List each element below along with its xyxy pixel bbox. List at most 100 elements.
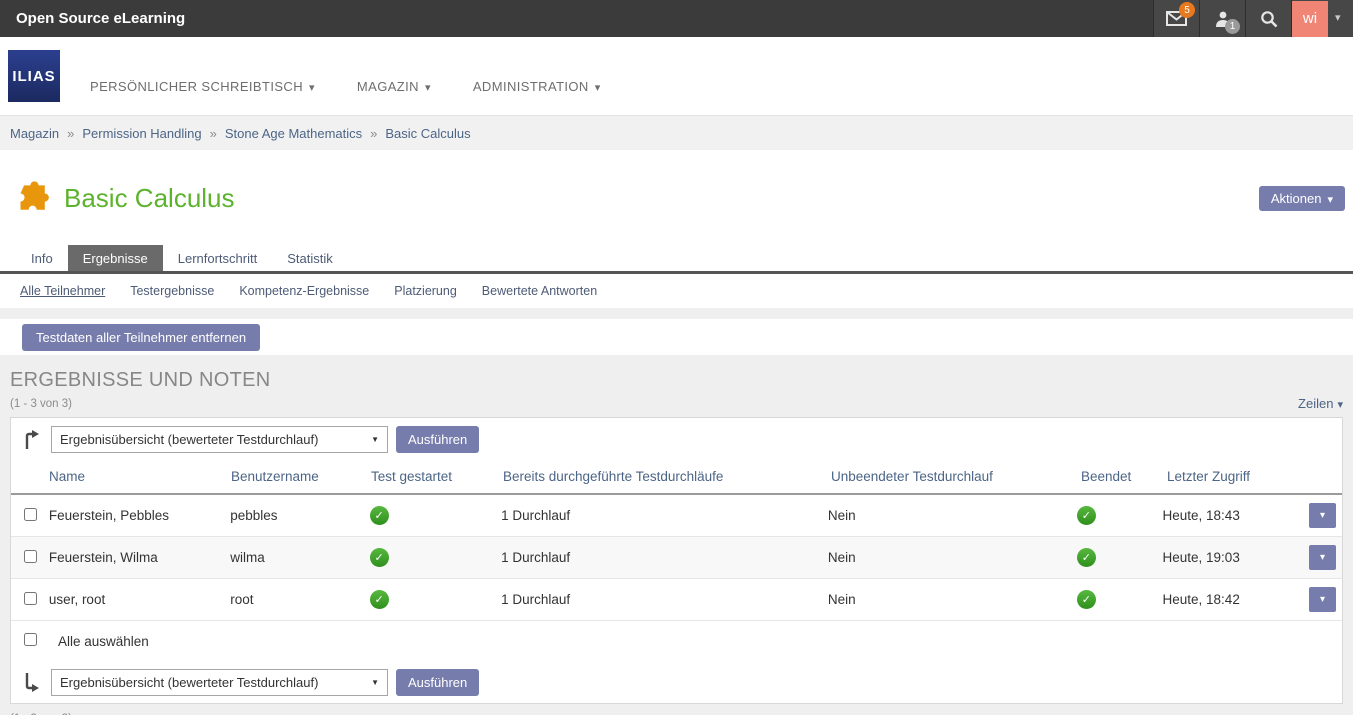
ilias-logo[interactable]: ILIAS <box>8 50 60 102</box>
execute-button-bottom[interactable]: Ausführen <box>396 669 479 696</box>
subtab-bewertete-antworten[interactable]: Bewertete Antworten <box>482 284 597 298</box>
breadcrumb-separator: » <box>67 126 74 141</box>
apply-to-bottom-icon <box>23 672 41 693</box>
check-icon: ✓ <box>1077 506 1096 525</box>
col-letzter-zugriff: Letzter Zugriff <box>1167 469 1306 484</box>
subtab-kompetenz-ergebnisse[interactable]: Kompetenz-Ergebnisse <box>239 284 369 298</box>
col-test-gestartet: Test gestartet <box>371 469 503 484</box>
nav-administration[interactable]: ADMINISTRATION ▾ <box>473 79 601 94</box>
table-row: Feuerstein, Wilma wilma ✓ 1 Durchlauf Ne… <box>11 537 1342 579</box>
chevron-down-icon: ▾ <box>425 82 431 94</box>
check-icon: ✓ <box>370 506 389 525</box>
app-title: Open Source eLearning <box>0 10 185 27</box>
cell-last-access: Heute, 19:03 <box>1163 550 1301 565</box>
row-checkbox[interactable] <box>24 508 37 521</box>
breadcrumb-link-permission-handling[interactable]: Permission Handling <box>82 126 201 141</box>
action-select-top[interactable]: Ergebnisübersicht (bewerteter Testdurchl… <box>51 426 388 453</box>
nav-magazin[interactable]: MAGAZIN▾ <box>357 79 431 94</box>
cell-name: user, root <box>49 592 230 607</box>
select-arrow-icon: ▼ <box>371 435 379 444</box>
chevron-down-icon: ▾ <box>1327 194 1333 206</box>
avatar: wi <box>1292 1 1328 37</box>
topbar: Open Source eLearning 5 1 wi ▾ <box>0 0 1353 37</box>
bottom-command-row: Ergebnisübersicht (bewerteter Testdurchl… <box>11 661 1342 703</box>
test-object-icon <box>16 180 52 216</box>
main-nav: PERSÖNLICHER SCHREIBTISCH ▾ MAGAZIN▾ ADMI… <box>90 79 643 94</box>
col-name: Name <box>49 469 231 484</box>
tab-bar: Info Ergebnisse Lernfortschritt Statisti… <box>0 243 1353 274</box>
rows-menu-label: Zeilen <box>1298 396 1333 411</box>
select-arrow-icon: ▼ <box>371 678 379 687</box>
breadcrumb-link-stone-age-mathematics[interactable]: Stone Age Mathematics <box>225 126 362 141</box>
subtab-testergebnisse[interactable]: Testergebnisse <box>130 284 214 298</box>
tab-statistik[interactable]: Statistik <box>272 245 348 271</box>
actions-label: Aktionen <box>1271 191 1322 206</box>
tab-ergebnisse[interactable]: Ergebnisse <box>68 245 163 271</box>
nav-label: ADMINISTRATION <box>473 79 589 94</box>
breadcrumb-separator: » <box>370 126 377 141</box>
check-icon: ✓ <box>1077 590 1096 609</box>
row-checkbox[interactable] <box>24 592 37 605</box>
top-command-row: Ergebnisübersicht (bewerteter Testdurchl… <box>11 418 1342 460</box>
cell-last-access: Heute, 18:42 <box>1163 592 1301 607</box>
range-top: (1 - 3 von 3) <box>10 398 72 410</box>
check-icon: ✓ <box>370 548 389 567</box>
col-beendet: Beendet <box>1081 469 1167 484</box>
subtab-bar: Alle Teilnehmer Testergebnisse Kompetenz… <box>0 274 1353 308</box>
cell-unfinished: Nein <box>828 592 1077 607</box>
actions-button[interactable]: Aktionen ▾ <box>1259 186 1345 211</box>
table-header-row: Name Benutzername Test gestartet Bereits… <box>11 460 1342 495</box>
chevron-down-icon: ▾ <box>595 82 601 94</box>
select-all-label[interactable]: Alle auswählen <box>58 634 149 649</box>
toolbar: Testdaten aller Teilnehmer entfernen <box>0 319 1353 355</box>
cell-unfinished: Nein <box>828 550 1077 565</box>
mail-button[interactable]: 5 <box>1153 0 1199 37</box>
cell-last-access: Heute, 18:43 <box>1163 508 1301 523</box>
search-button[interactable] <box>1245 0 1291 37</box>
cell-unfinished: Nein <box>828 508 1077 523</box>
subtab-platzierung[interactable]: Platzierung <box>394 284 457 298</box>
cell-runs: 1 Durchlauf <box>501 508 828 523</box>
select-all-row: Alle auswählen <box>11 621 1342 661</box>
col-testdurchlaeufe: Bereits durchgeführte Testdurchläufe <box>503 469 831 484</box>
cell-username: wilma <box>230 550 369 565</box>
cell-name: Feuerstein, Pebbles <box>49 508 230 523</box>
row-actions-button[interactable]: ▾ <box>1309 587 1336 612</box>
results-header: ERGEBNISSE UND NOTEN (1 - 3 von 3) Zeile… <box>10 369 1343 411</box>
tab-lernfortschritt[interactable]: Lernfortschritt <box>163 245 272 271</box>
subtab-alle-teilnehmer[interactable]: Alle Teilnehmer <box>20 284 105 298</box>
chevron-down-icon: ▾ <box>1335 13 1341 24</box>
chevron-down-icon: ▾ <box>309 82 315 94</box>
chevron-down-icon: ▾ <box>1320 553 1325 563</box>
page-title: Basic Calculus <box>64 183 235 214</box>
spacer <box>0 308 1353 319</box>
remove-test-data-button[interactable]: Testdaten aller Teilnehmer entfernen <box>22 324 260 351</box>
breadcrumb-link-magazin[interactable]: Magazin <box>10 126 59 141</box>
user-menu[interactable]: wi ▾ <box>1291 0 1353 37</box>
topbar-actions: 5 1 wi ▾ <box>1153 0 1353 37</box>
action-select-bottom[interactable]: Ergebnisübersicht (bewerteter Testdurchl… <box>51 669 388 696</box>
action-select-value: Ergebnisübersicht (bewerteter Testdurchl… <box>60 432 318 447</box>
row-actions-button[interactable]: ▾ <box>1309 503 1336 528</box>
chevron-down-icon: ▾ <box>1337 399 1343 411</box>
select-all-checkbox[interactable] <box>24 633 37 646</box>
search-icon <box>1260 10 1278 28</box>
cell-username: pebbles <box>230 508 369 523</box>
col-unbeendeter-testdurchlauf: Unbeendeter Testdurchlauf <box>831 469 1081 484</box>
who-is-online-button[interactable]: 1 <box>1199 0 1245 37</box>
row-actions-button[interactable]: ▾ <box>1309 545 1336 570</box>
cell-username: root <box>230 592 369 607</box>
online-badge: 1 <box>1225 19 1240 34</box>
nav-persoenlicher-schreibtisch[interactable]: PERSÖNLICHER SCHREIBTISCH ▾ <box>90 79 315 94</box>
execute-button-top[interactable]: Ausführen <box>396 426 479 453</box>
col-benutzername: Benutzername <box>231 469 371 484</box>
rows-menu-button[interactable]: Zeilen ▾ <box>1298 396 1343 411</box>
breadcrumb-link-basic-calculus[interactable]: Basic Calculus <box>385 126 470 141</box>
check-icon: ✓ <box>1077 548 1096 567</box>
table-row: user, root root ✓ 1 Durchlauf Nein ✓ Heu… <box>11 579 1342 621</box>
check-icon: ✓ <box>370 590 389 609</box>
row-checkbox[interactable] <box>24 550 37 563</box>
results-heading: ERGEBNISSE UND NOTEN <box>10 369 1343 392</box>
nav-label: PERSÖNLICHER SCHREIBTISCH <box>90 79 303 94</box>
tab-info[interactable]: Info <box>16 245 68 271</box>
